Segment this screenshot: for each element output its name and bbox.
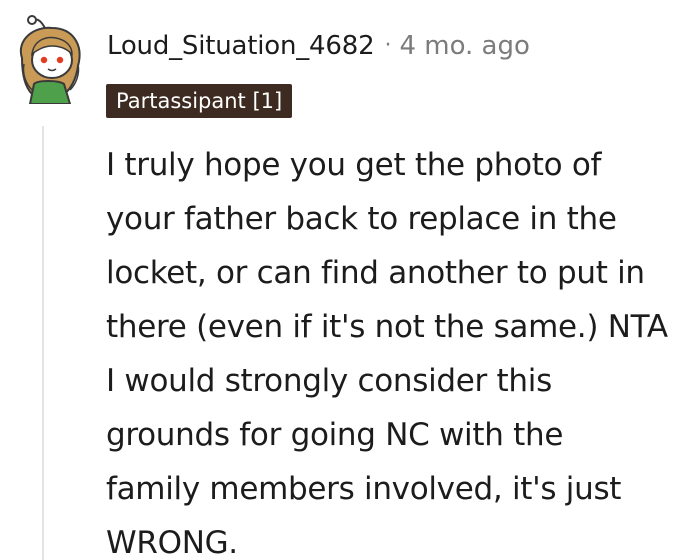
comment-body: I truly hope you get the photo of your f…	[106, 147, 668, 560]
comment-timestamp[interactable]: 4 mo. ago	[399, 26, 529, 66]
thread-collapse-line[interactable]	[42, 126, 44, 560]
meta-separator: ·	[384, 33, 392, 58]
comment-header: Loud_Situation_4682 · 4 mo. ago	[107, 26, 530, 66]
comment: Loud_Situation_4682 · 4 mo. ago Partassi…	[0, 0, 700, 560]
user-avatar-icon[interactable]	[12, 14, 88, 104]
username-link[interactable]: Loud_Situation_4682	[107, 26, 375, 66]
user-flair-badge: Partassipant [1]	[106, 84, 293, 118]
